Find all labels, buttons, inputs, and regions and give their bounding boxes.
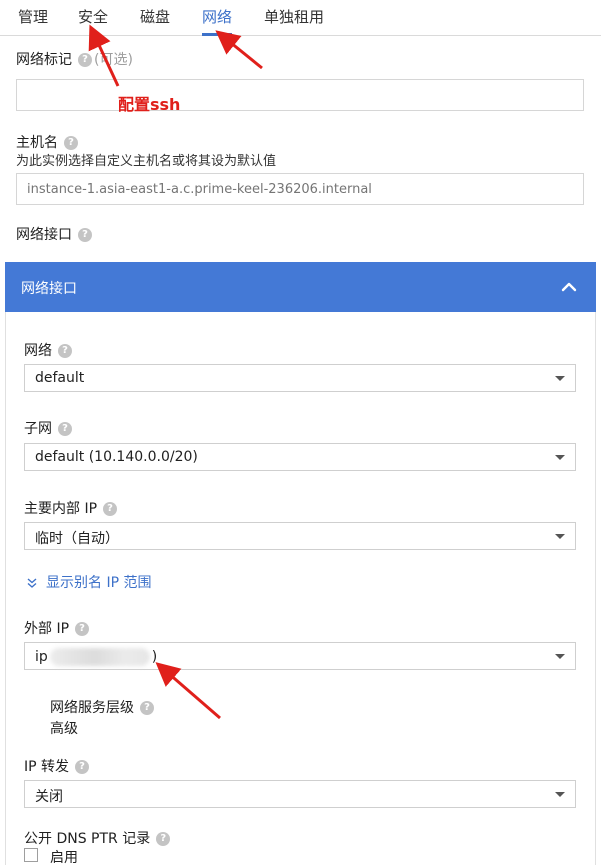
network-interfaces-label-row: 网络接口? xyxy=(16,224,92,244)
tab-disks[interactable]: 磁盘 xyxy=(140,6,170,36)
tab-security[interactable]: 安全 xyxy=(78,6,108,36)
external-ip-label-row: 外部 IP? xyxy=(24,618,90,638)
dns-ptr-checkbox-label: 启用 xyxy=(50,850,78,865)
subnet-select[interactable]: default (10.140.0.0/20) xyxy=(24,443,576,471)
help-icon[interactable]: ? xyxy=(103,502,118,516)
tab-bar: 管理 安全 磁盘 网络 单独租用 xyxy=(0,0,601,36)
help-icon[interactable]: ? xyxy=(58,344,72,358)
internal-ip-select[interactable]: 临时（自动） xyxy=(24,522,576,550)
external-ip-label: 外部 IP xyxy=(24,621,70,637)
network-label: 网络 xyxy=(24,343,52,359)
network-tier-label: 网络服务层级 xyxy=(50,700,134,716)
arrow-to-network-tab xyxy=(215,30,263,70)
tab-networking[interactable]: 网络 xyxy=(202,6,233,36)
dropdown-caret-icon xyxy=(555,455,565,460)
help-icon[interactable]: ? xyxy=(75,622,90,636)
external-ip-suffix: ) xyxy=(151,649,158,665)
hostname-input[interactable] xyxy=(17,174,583,204)
help-icon[interactable]: ? xyxy=(75,760,90,774)
subnet-select-value: default (10.140.0.0/20) xyxy=(35,449,198,465)
network-select[interactable]: default xyxy=(24,364,576,392)
dns-ptr-label-row: 公开 DNS PTR 记录? xyxy=(24,828,171,848)
network-interfaces-label: 网络接口 xyxy=(16,227,72,243)
network-interface-panel-header[interactable]: 网络接口 xyxy=(5,262,596,312)
network-tags-input-box xyxy=(16,79,584,111)
dropdown-caret-icon xyxy=(555,654,565,659)
network-label-row: 网络? xyxy=(24,340,72,360)
panel-title: 网络接口 xyxy=(21,281,77,297)
show-alias-ip-text: 显示别名 IP 范围 xyxy=(46,575,152,591)
help-icon[interactable]: ? xyxy=(58,422,72,436)
ip-forwarding-label-row: IP 转发? xyxy=(24,756,90,776)
double-chevron-down-icon xyxy=(27,578,37,588)
help-icon[interactable]: ? xyxy=(78,53,92,67)
external-ip-select-value: ip) xyxy=(35,648,157,666)
hostname-input-box xyxy=(16,173,584,205)
subnet-label: 子网 xyxy=(24,421,52,437)
hostname-hint: 为此实例选择自定义主机名或将其设为默认值 xyxy=(16,154,277,169)
help-icon[interactable]: ? xyxy=(64,136,78,150)
help-icon[interactable]: ? xyxy=(156,832,171,846)
dropdown-caret-icon xyxy=(555,792,565,797)
chevron-up-icon[interactable] xyxy=(560,278,578,296)
optional-text: (可选) xyxy=(94,52,133,68)
help-icon[interactable]: ? xyxy=(140,701,154,715)
ip-forwarding-select-value: 关闭 xyxy=(35,789,63,805)
network-tier-value: 高级 xyxy=(50,721,78,737)
internal-ip-select-value: 临时（自动） xyxy=(35,531,119,547)
help-icon[interactable]: ? xyxy=(78,228,92,242)
dropdown-caret-icon xyxy=(555,534,565,539)
ip-forwarding-label: IP 转发 xyxy=(24,759,70,775)
show-alias-ip-link[interactable]: 显示别名 IP 范围 xyxy=(26,572,151,592)
tab-sole-tenancy[interactable]: 单独租用 xyxy=(264,6,324,36)
redacted-ip-blur xyxy=(49,648,150,666)
tab-management[interactable]: 管理 xyxy=(18,6,48,36)
subnet-label-row: 子网? xyxy=(24,418,72,438)
external-ip-prefix: ip xyxy=(35,649,48,665)
network-select-value: default xyxy=(35,370,85,386)
ip-forwarding-select[interactable]: 关闭 xyxy=(24,780,576,808)
dns-ptr-checkbox[interactable] xyxy=(24,848,38,862)
internal-ip-label-row: 主要内部 IP? xyxy=(24,498,118,518)
hostname-label-row: 主机名? xyxy=(16,132,78,152)
network-tier-label-row: 网络服务层级? xyxy=(50,697,154,717)
network-tags-input[interactable] xyxy=(17,80,583,110)
external-ip-select[interactable]: ip) xyxy=(24,642,576,670)
network-tags-label-row: 网络标记? (可选) xyxy=(16,49,133,69)
annotation-configure-ssh: 配置ssh xyxy=(118,95,181,114)
hostname-label: 主机名 xyxy=(16,135,58,151)
network-tags-label: 网络标记 xyxy=(16,52,72,68)
dns-ptr-label: 公开 DNS PTR 记录 xyxy=(24,831,151,847)
internal-ip-label: 主要内部 IP xyxy=(24,501,98,517)
dropdown-caret-icon xyxy=(555,376,565,381)
